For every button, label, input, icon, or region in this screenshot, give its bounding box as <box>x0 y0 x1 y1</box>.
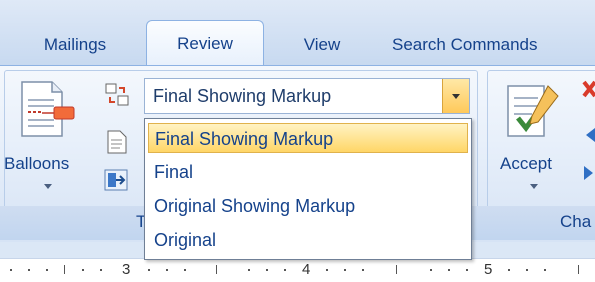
chevron-down-icon <box>452 94 460 99</box>
ruler-tick <box>344 269 346 271</box>
ruler-half-mark <box>64 265 65 274</box>
option-final-showing-markup[interactable]: Final Showing Markup <box>148 123 468 153</box>
ruler-number: 5 <box>484 261 493 278</box>
tab-review[interactable]: Review <box>146 20 264 67</box>
tab-view[interactable]: View <box>282 25 362 65</box>
show-markup-compare-icon[interactable] <box>104 82 130 108</box>
ruler-half-mark <box>216 265 217 274</box>
tab-mailings[interactable]: Mailings <box>20 25 130 65</box>
ruler-tick <box>508 269 510 271</box>
tab-search-commands[interactable]: Search Commands <box>392 25 595 65</box>
ruler-tick <box>100 269 102 271</box>
ruler-half-mark <box>578 265 579 274</box>
ruler-number: 4 <box>302 261 311 278</box>
next-change-icon[interactable] <box>584 162 595 184</box>
ruler-tick <box>430 269 432 271</box>
balloons-label: Balloons <box>4 154 70 173</box>
ruler-tick <box>166 269 168 271</box>
option-final[interactable]: Final <box>148 157 468 187</box>
display-for-review-dropdown-list: Final Showing Markup Final Original Show… <box>144 118 472 260</box>
ruler-tick <box>326 269 328 271</box>
balloons-dropdown-arrow-icon <box>44 184 52 189</box>
ruler-tick <box>46 269 48 271</box>
show-source-icon[interactable] <box>104 168 130 192</box>
ruler-tick <box>148 269 150 271</box>
previous-change-icon[interactable] <box>584 124 595 146</box>
ruler-number: 3 <box>122 261 131 278</box>
horizontal-ruler[interactable]: 3 4 5 <box>0 258 595 282</box>
ruler-tick <box>362 269 364 271</box>
ruler-tick <box>466 269 468 271</box>
option-original-showing-markup[interactable]: Original Showing Markup <box>148 191 468 221</box>
option-original[interactable]: Original <box>148 225 468 255</box>
ruler-tick <box>266 269 268 271</box>
ruler-tick <box>526 269 528 271</box>
ruler-tick <box>28 269 30 271</box>
combo-dropdown-button[interactable] <box>442 79 469 113</box>
display-for-review-combo[interactable]: Final Showing Markup <box>144 78 470 114</box>
balloons-button[interactable]: Balloons <box>4 76 90 200</box>
display-for-review-value: Final Showing Markup <box>153 86 332 106</box>
ruler-tick <box>544 269 546 271</box>
accept-dropdown-arrow-icon <box>530 184 538 189</box>
ruler-tick <box>82 269 84 271</box>
changes-group-label: Cha <box>560 212 592 231</box>
ruler-tick <box>248 269 250 271</box>
accept-icon <box>507 85 559 137</box>
accept-button[interactable]: Accept <box>496 76 576 200</box>
ruler-tick <box>10 269 12 271</box>
ruler-tick <box>448 269 450 271</box>
balloons-icon <box>21 81 75 137</box>
ruler-half-mark <box>396 265 397 274</box>
reject-icon[interactable] <box>582 80 595 102</box>
ruler-tick <box>184 269 186 271</box>
reviewing-pane-icon[interactable] <box>106 130 128 154</box>
ruler-tick <box>284 269 286 271</box>
accept-label: Accept <box>500 154 552 173</box>
